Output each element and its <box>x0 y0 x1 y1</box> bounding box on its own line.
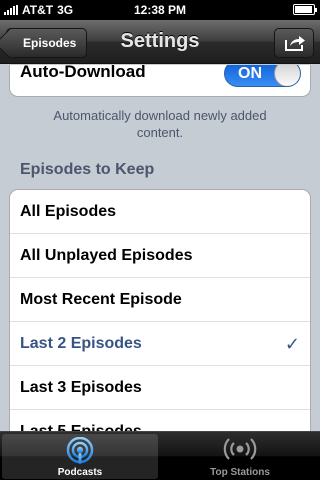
tab-podcasts[interactable]: Podcasts <box>2 434 158 479</box>
episodes-to-keep-list: All Episodes All Unplayed Episodes Most … <box>9 189 311 431</box>
episodes-to-keep-header: Episodes to Keep <box>20 161 155 178</box>
status-bar: AT&T 3G 12:38 PM <box>0 0 320 20</box>
tab-top-stations[interactable]: Top Stations <box>162 434 318 479</box>
settings-content: Auto-Download ON Automatically download … <box>0 65 320 431</box>
list-item[interactable]: All Unplayed Episodes <box>10 234 310 278</box>
list-item-selected[interactable]: Last 2 Episodes ✓ <box>10 322 310 366</box>
toggle-knob <box>274 65 300 86</box>
toggle-on-label: ON <box>238 65 262 82</box>
auto-download-toggle[interactable]: ON <box>224 65 301 87</box>
navigation-bar: Episodes Settings <box>0 20 320 64</box>
list-item-label: All Episodes <box>20 203 117 220</box>
top-stations-icon <box>223 438 257 460</box>
list-item[interactable]: Most Recent Episode <box>10 278 310 322</box>
auto-download-footnote: Automatically download newly added conte… <box>53 108 267 140</box>
tab-bar: Podcasts Top Stations <box>0 431 320 480</box>
list-item[interactable]: Last 3 Episodes <box>10 366 310 410</box>
list-item-label: Last 3 Episodes <box>20 379 142 396</box>
share-button[interactable] <box>274 28 314 58</box>
list-item-label: All Unplayed Episodes <box>20 247 193 264</box>
list-item-label: Last 5 Episodes <box>20 423 142 431</box>
list-item[interactable]: All Episodes <box>10 190 310 234</box>
auto-download-row: Auto-Download ON <box>9 65 311 97</box>
list-item-label: Last 2 Episodes <box>20 335 142 352</box>
page-title: Settings <box>120 30 200 52</box>
auto-download-label: Auto-Download <box>20 65 146 81</box>
checkmark-icon: ✓ <box>284 334 300 354</box>
battery-icon <box>293 4 317 15</box>
tab-podcasts-label: Podcasts <box>57 467 103 478</box>
clock: 12:38 PM <box>133 3 187 17</box>
tab-top-stations-label: Top Stations <box>210 467 270 478</box>
list-item-label: Most Recent Episode <box>20 291 182 308</box>
share-icon <box>285 36 305 51</box>
podcasts-icon <box>66 437 94 464</box>
list-item[interactable]: Last 5 Episodes <box>10 410 310 431</box>
